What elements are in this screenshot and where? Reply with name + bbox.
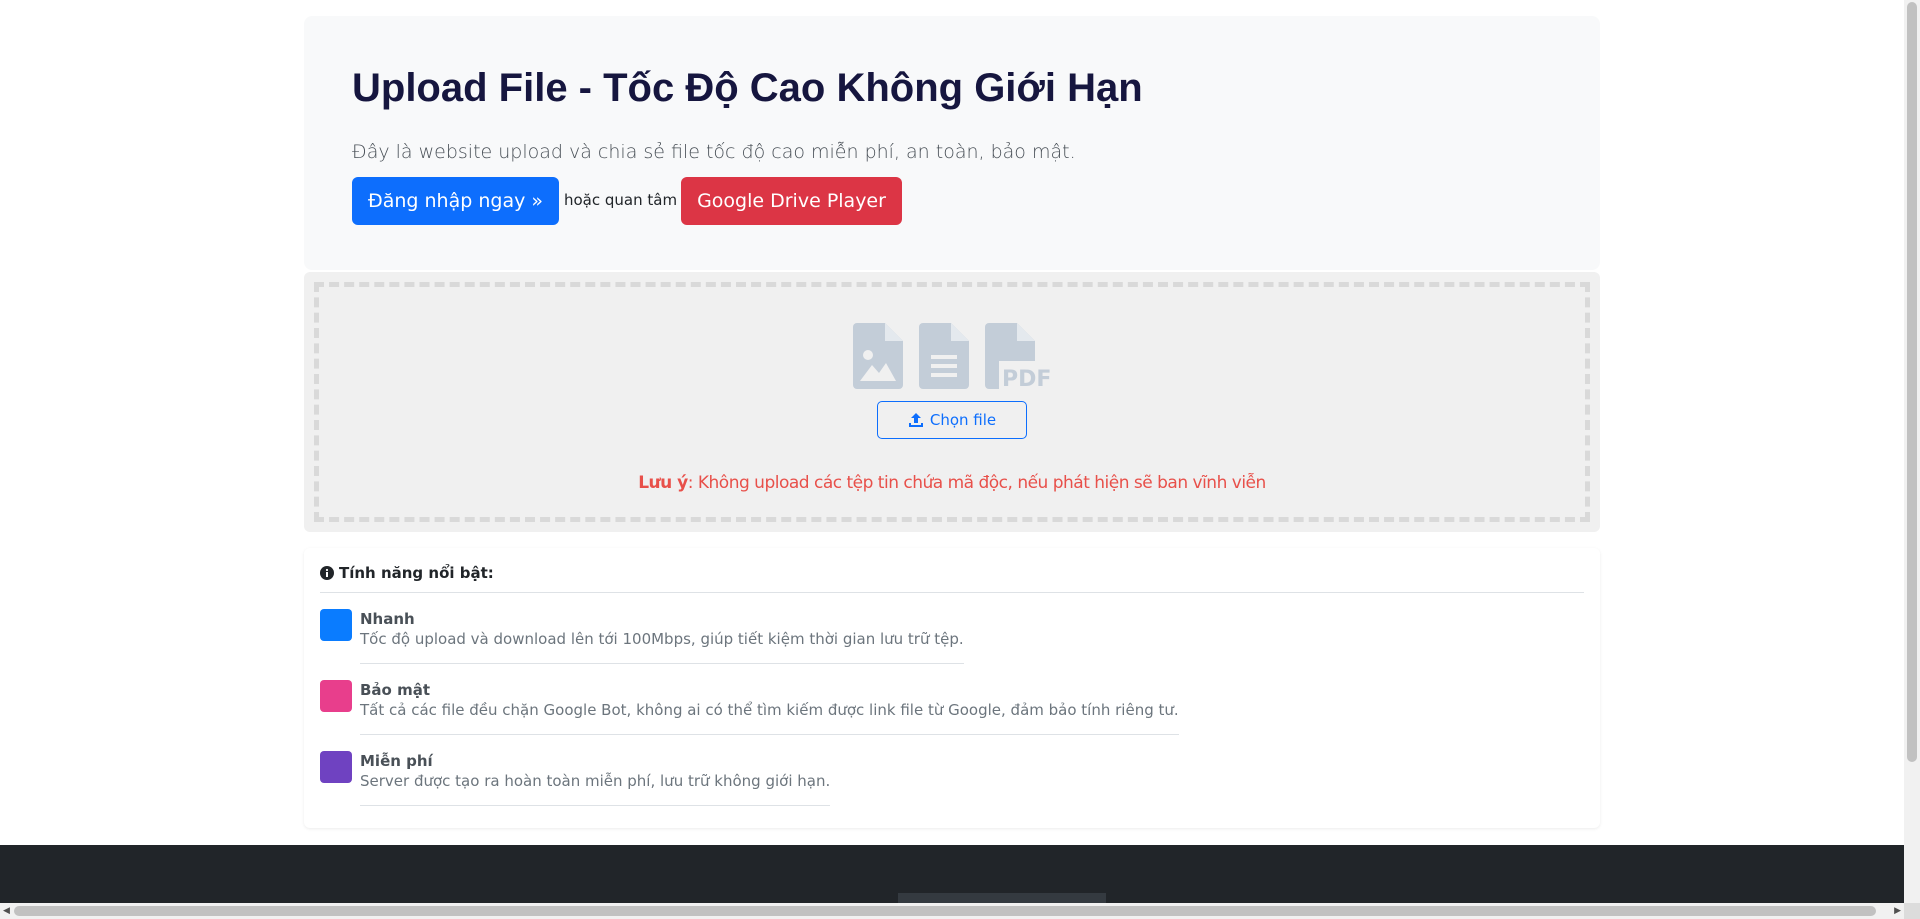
upload-warning: Lưu ý: Không upload các tệp tin chứa mã … bbox=[638, 473, 1266, 493]
hero-lead: Đây là website upload và chia sẻ file tố… bbox=[352, 141, 1076, 163]
file-type-icons: PDF bbox=[853, 323, 1051, 389]
horizontal-scroll-thumb[interactable] bbox=[14, 906, 1876, 916]
feature-item-free: Miễn phí Server được tạo ra hoàn toàn mi… bbox=[320, 751, 1584, 806]
warning-label: Lưu ý bbox=[638, 473, 688, 493]
feature-title: Bảo mật bbox=[360, 681, 431, 699]
dropzone[interactable]: PDF Chọn file Lưu ý: Không upload các tệ… bbox=[314, 282, 1590, 522]
hero-actions: Đăng nhập ngay » hoặc quan tâm Google Dr… bbox=[352, 177, 1552, 225]
features-heading: Tính năng nổi bật: bbox=[320, 564, 1584, 593]
feature-desc: Server được tạo ra hoàn toàn miễn phí, l… bbox=[360, 772, 831, 790]
feature-item-security: Bảo mật Tất cả các file đều chặn Google … bbox=[320, 680, 1584, 735]
feature-item-fast: Nhanh Tốc độ upload và download lên tới … bbox=[320, 609, 1584, 664]
features-heading-text: Tính năng nổi bật: bbox=[339, 564, 494, 582]
warning-text: : Không upload các tệp tin chứa mã độc, … bbox=[687, 473, 1267, 493]
horizontal-scrollbar[interactable]: ◀ ▶ bbox=[0, 903, 1904, 919]
choose-file-label: Chọn file bbox=[929, 411, 997, 429]
page-title: Upload File - Tốc Độ Cao Không Giới Hạn bbox=[352, 66, 1143, 110]
google-drive-player-button[interactable]: Google Drive Player bbox=[681, 177, 902, 225]
file-pdf-icon: PDF bbox=[985, 323, 1051, 389]
scroll-left-arrow-icon[interactable]: ◀ bbox=[3, 905, 10, 916]
features-card: Tính năng nổi bật: Nhanh Tốc độ upload v… bbox=[304, 548, 1600, 828]
footer bbox=[0, 845, 1904, 905]
scrollbar-corner bbox=[1904, 903, 1920, 919]
feature-color-square bbox=[320, 609, 352, 641]
file-image-icon bbox=[853, 323, 903, 389]
feature-color-square bbox=[320, 751, 352, 783]
hero-section: Upload File - Tốc Độ Cao Không Giới Hạn … bbox=[304, 16, 1600, 270]
info-circle-icon bbox=[320, 566, 334, 580]
vertical-scroll-thumb[interactable] bbox=[1907, 2, 1917, 762]
choose-file-button[interactable]: Chọn file bbox=[877, 401, 1027, 439]
feature-title: Miễn phí bbox=[360, 752, 433, 770]
file-lines-icon bbox=[919, 323, 969, 389]
login-button[interactable]: Đăng nhập ngay » bbox=[352, 177, 559, 225]
or-text: hoặc quan tâm bbox=[564, 191, 678, 209]
feature-title: Nhanh bbox=[360, 610, 415, 628]
upload-icon bbox=[908, 413, 923, 427]
vertical-scrollbar[interactable] bbox=[1904, 0, 1920, 903]
svg-text:PDF: PDF bbox=[1002, 367, 1051, 389]
feature-desc: Tất cả các file đều chặn Google Bot, khô… bbox=[360, 701, 1179, 719]
feature-desc: Tốc độ upload và download lên tới 100Mbp… bbox=[360, 630, 964, 648]
scroll-right-arrow-icon[interactable]: ▶ bbox=[1894, 905, 1901, 916]
feature-color-square bbox=[320, 680, 352, 712]
upload-area: PDF Chọn file Lưu ý: Không upload các tệ… bbox=[304, 272, 1600, 532]
